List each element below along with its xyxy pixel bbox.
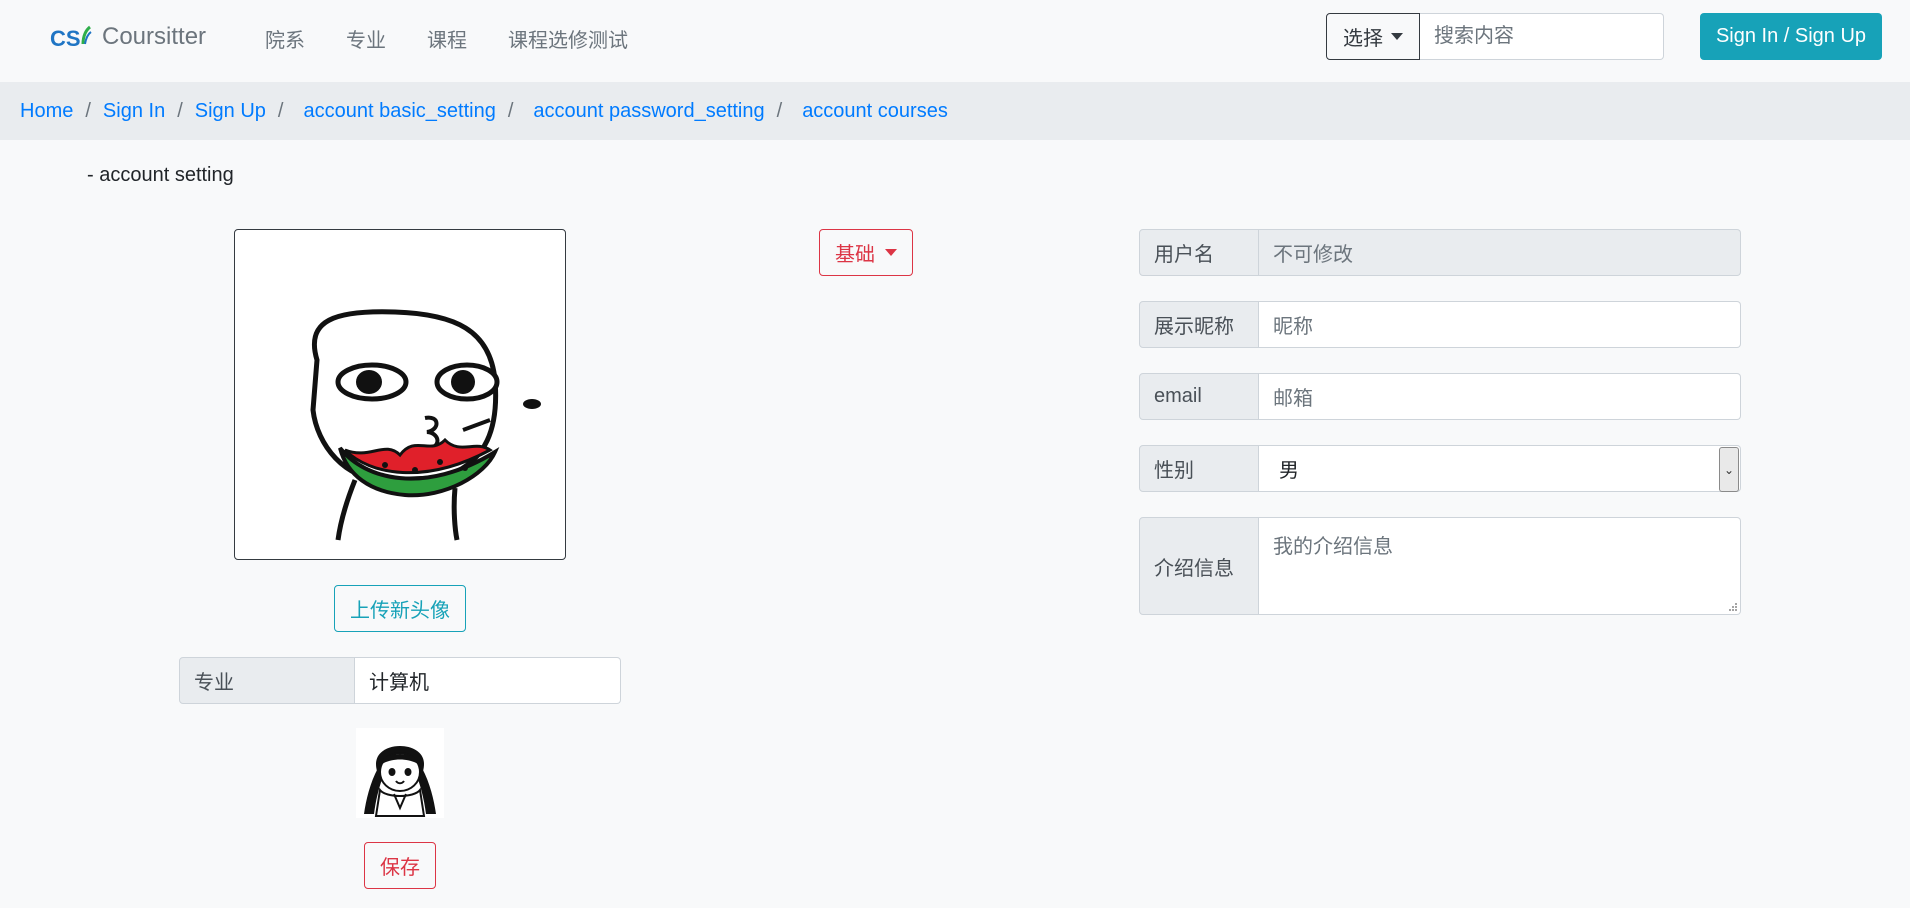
sign-in-sign-up-button[interactable]: Sign In / Sign Up <box>1700 13 1882 60</box>
gender-label: 性别 <box>1139 445 1259 492</box>
upload-avatar-button[interactable]: 上传新头像 <box>334 585 466 632</box>
major-label: 专业 <box>179 657 355 704</box>
select-arrow-icon[interactable]: ⌄ <box>1719 447 1739 492</box>
intro-placeholder: 我的介绍信息 <box>1273 536 1393 558</box>
breadcrumb-account-basic-setting[interactable]: account basic_setting <box>303 100 495 123</box>
resize-handle-icon[interactable] <box>1727 601 1737 611</box>
svg-text:CS: CS <box>50 26 81 51</box>
caret-down-icon <box>885 249 897 256</box>
gender-select[interactable]: 男 ⌄ <box>1259 445 1741 492</box>
username-label: 用户名 <box>1139 229 1259 276</box>
intro-label: 介绍信息 <box>1139 517 1259 615</box>
nav-link-courses[interactable]: 课程 <box>427 24 467 53</box>
breadcrumb-separator: / <box>776 99 783 122</box>
save-button[interactable]: 保存 <box>364 842 436 889</box>
navbar: CS Coursitter 院系 专业 课程 课程选修测试 选择 Sign In… <box>20 0 1890 82</box>
email-input[interactable]: 邮箱 <box>1259 373 1741 420</box>
gender-select-value: 男 <box>1279 460 1299 482</box>
breadcrumb-account-courses[interactable]: account courses <box>802 100 948 123</box>
major-field-group: 专业 计算机 <box>179 657 621 704</box>
breadcrumb-separator: / <box>177 99 183 122</box>
breadcrumb-sign-in[interactable]: Sign In <box>103 100 165 123</box>
email-field-group: email 邮箱 <box>1139 373 1741 420</box>
nickname-label: 展示昵称 <box>1139 301 1259 348</box>
nickname-field-group: 展示昵称 昵称 <box>1139 301 1741 348</box>
caret-down-icon <box>1391 33 1403 40</box>
breadcrumb: Home / Sign In / Sign Up / account basic… <box>0 82 1910 140</box>
search-group: 选择 <box>1326 13 1664 60</box>
page-subtitle: - account setting <box>87 164 234 186</box>
intro-field-group: 介绍信息 我的介绍信息 <box>1139 517 1741 615</box>
nav-link-majors[interactable]: 专业 <box>346 24 386 53</box>
search-category-dropdown[interactable]: 选择 <box>1326 13 1420 60</box>
breadcrumb-separator: / <box>277 99 284 122</box>
search-category-label: 选择 <box>1343 28 1383 50</box>
brand[interactable]: CS Coursitter <box>50 22 206 52</box>
intro-textarea[interactable]: 我的介绍信息 <box>1259 517 1741 615</box>
settings-mode-dropdown[interactable]: 基础 <box>819 229 913 276</box>
nickname-input[interactable]: 昵称 <box>1259 301 1741 348</box>
gender-field-group: 性别 男 ⌄ <box>1139 445 1741 492</box>
breadcrumb-sign-up[interactable]: Sign Up <box>195 100 266 123</box>
small-avatar-image <box>356 728 444 818</box>
username-field-group: 用户名 不可修改 <box>1139 229 1741 276</box>
brand-name: Coursitter <box>102 23 207 50</box>
brand-logo-icon: CS <box>50 25 92 51</box>
nav-link-course-selection-test[interactable]: 课程选修测试 <box>508 24 628 53</box>
breadcrumb-account-password-setting[interactable]: account password_setting <box>533 100 764 123</box>
avatar-image <box>234 229 566 560</box>
major-field[interactable]: 计算机 <box>355 657 621 704</box>
email-label: email <box>1139 373 1259 420</box>
settings-mode-label: 基础 <box>835 244 875 266</box>
breadcrumb-separator: / <box>507 99 514 122</box>
search-input[interactable] <box>1420 13 1664 60</box>
breadcrumb-home[interactable]: Home <box>20 100 73 123</box>
watermelon-meme-illustration <box>310 309 541 541</box>
nav-links: 院系 专业 课程 课程选修测试 <box>265 24 669 53</box>
breadcrumb-separator: / <box>85 99 91 122</box>
girl-illustration <box>364 746 436 817</box>
username-field: 不可修改 <box>1259 229 1741 276</box>
nav-link-departments[interactable]: 院系 <box>265 24 305 53</box>
